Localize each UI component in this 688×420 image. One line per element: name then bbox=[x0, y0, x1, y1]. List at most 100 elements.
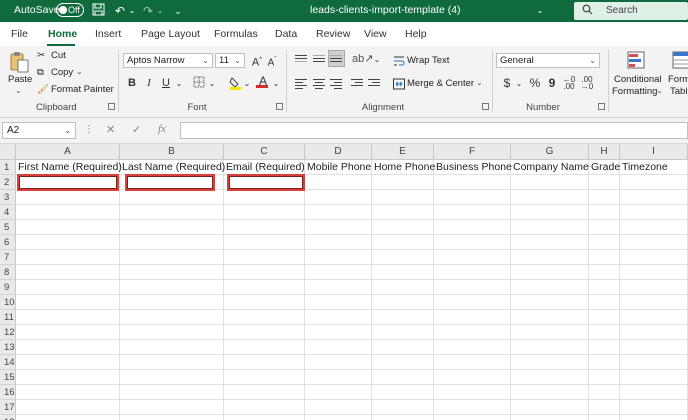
cell-h4[interactable] bbox=[589, 205, 620, 220]
cell-c7[interactable] bbox=[224, 250, 305, 265]
underline-dropdown-icon[interactable]: ⌄ bbox=[172, 77, 186, 91]
cell-f9[interactable] bbox=[434, 280, 511, 295]
cell-g17[interactable] bbox=[511, 400, 589, 415]
cell-c18[interactable] bbox=[224, 415, 305, 420]
paste-dropdown-icon[interactable]: ⌄ bbox=[15, 86, 22, 95]
cell-h3[interactable] bbox=[589, 190, 620, 205]
cell-g11[interactable] bbox=[511, 310, 589, 325]
cell-i7[interactable] bbox=[620, 250, 688, 265]
cell-b18[interactable] bbox=[120, 415, 224, 420]
cell-i17[interactable] bbox=[620, 400, 688, 415]
cell-g16[interactable] bbox=[511, 385, 589, 400]
cell-f5[interactable] bbox=[434, 220, 511, 235]
cell-a11[interactable] bbox=[16, 310, 120, 325]
row-header-1[interactable]: 1 bbox=[0, 160, 16, 175]
cell-c1[interactable]: Email (Required) bbox=[224, 160, 305, 175]
cell-e18[interactable] bbox=[372, 415, 434, 420]
cell-a16[interactable] bbox=[16, 385, 120, 400]
currency-dropdown-icon[interactable]: ⌄ bbox=[512, 77, 526, 91]
format-as-table-icon[interactable] bbox=[672, 50, 688, 70]
wrap-text-icon[interactable] bbox=[393, 55, 405, 70]
cell-d7[interactable] bbox=[305, 250, 372, 265]
format-as-table-label-2[interactable]: Tabl bbox=[670, 86, 687, 97]
cell-h9[interactable] bbox=[589, 280, 620, 295]
cell-b13[interactable] bbox=[120, 340, 224, 355]
cell-e17[interactable] bbox=[372, 400, 434, 415]
cell-c3[interactable] bbox=[224, 190, 305, 205]
tab-formulas[interactable]: Formulas bbox=[214, 28, 258, 40]
autosave-toggle[interactable]: Off bbox=[56, 3, 84, 17]
conditional-formatting-icon[interactable] bbox=[626, 50, 646, 70]
cell-g18[interactable] bbox=[511, 415, 589, 420]
cell-g3[interactable] bbox=[511, 190, 589, 205]
cell-i8[interactable] bbox=[620, 265, 688, 280]
row-header-4[interactable]: 4 bbox=[0, 205, 16, 220]
cell-a17[interactable] bbox=[16, 400, 120, 415]
redo-dropdown-icon[interactable]: ⌄ bbox=[152, 3, 168, 19]
cell-g13[interactable] bbox=[511, 340, 589, 355]
cell-g2[interactable] bbox=[511, 175, 589, 190]
cell-b9[interactable] bbox=[120, 280, 224, 295]
cell-d4[interactable] bbox=[305, 205, 372, 220]
merge-center-label[interactable]: Merge & Center bbox=[407, 78, 474, 89]
cell-i18[interactable] bbox=[620, 415, 688, 420]
cell-i10[interactable] bbox=[620, 295, 688, 310]
cell-f4[interactable] bbox=[434, 205, 511, 220]
cell-g6[interactable] bbox=[511, 235, 589, 250]
orientation-dropdown-icon[interactable]: ⌄ bbox=[370, 53, 384, 67]
cell-g14[interactable] bbox=[511, 355, 589, 370]
cell-g1[interactable]: Company Name bbox=[511, 160, 589, 175]
tab-data[interactable]: Data bbox=[275, 28, 297, 40]
format-as-table-label[interactable]: Form bbox=[668, 74, 688, 85]
cell-d18[interactable] bbox=[305, 415, 372, 420]
cell-f7[interactable] bbox=[434, 250, 511, 265]
cell-b17[interactable] bbox=[120, 400, 224, 415]
comma-button[interactable]: 9 bbox=[545, 76, 559, 90]
cell-c6[interactable] bbox=[224, 235, 305, 250]
insert-function-icon[interactable]: fx bbox=[158, 123, 166, 135]
cell-d6[interactable] bbox=[305, 235, 372, 250]
enter-icon[interactable]: ✓ bbox=[132, 123, 141, 136]
cell-f11[interactable] bbox=[434, 310, 511, 325]
undo-dropdown-icon[interactable]: ⌄ bbox=[124, 3, 140, 19]
cell-b10[interactable] bbox=[120, 295, 224, 310]
row-header-6[interactable]: 6 bbox=[0, 235, 16, 250]
column-header-a[interactable]: A bbox=[16, 144, 120, 160]
increase-decimal-icon[interactable]: ←0.00 bbox=[562, 76, 576, 91]
conditional-formatting-label-2[interactable]: Formatting bbox=[612, 86, 657, 97]
cell-f18[interactable] bbox=[434, 415, 511, 420]
row-header-18[interactable]: 18 bbox=[0, 415, 16, 420]
save-icon[interactable] bbox=[90, 3, 106, 19]
cell-i4[interactable] bbox=[620, 205, 688, 220]
more-icon[interactable]: ⋮ bbox=[84, 124, 94, 135]
cell-e4[interactable] bbox=[372, 205, 434, 220]
cell-g8[interactable] bbox=[511, 265, 589, 280]
cell-a7[interactable] bbox=[16, 250, 120, 265]
align-right-icon[interactable] bbox=[330, 77, 344, 89]
cell-f12[interactable] bbox=[434, 325, 511, 340]
cell-a14[interactable] bbox=[16, 355, 120, 370]
cell-c11[interactable] bbox=[224, 310, 305, 325]
cell-c8[interactable] bbox=[224, 265, 305, 280]
cell-f14[interactable] bbox=[434, 355, 511, 370]
cell-f13[interactable] bbox=[434, 340, 511, 355]
cell-c4[interactable] bbox=[224, 205, 305, 220]
row-header-8[interactable]: 8 bbox=[0, 265, 16, 280]
cell-i15[interactable] bbox=[620, 370, 688, 385]
paste-label[interactable]: Paste bbox=[8, 74, 32, 85]
row-header-13[interactable]: 13 bbox=[0, 340, 16, 355]
cell-i3[interactable] bbox=[620, 190, 688, 205]
cell-i12[interactable] bbox=[620, 325, 688, 340]
cell-h14[interactable] bbox=[589, 355, 620, 370]
cell-d10[interactable] bbox=[305, 295, 372, 310]
cell-e11[interactable] bbox=[372, 310, 434, 325]
font-name-select[interactable]: Aptos Narrow ⌄ bbox=[123, 53, 213, 68]
font-launcher-icon[interactable] bbox=[276, 103, 283, 110]
cell-h13[interactable] bbox=[589, 340, 620, 355]
percent-button[interactable]: % bbox=[528, 76, 542, 90]
cell-c13[interactable] bbox=[224, 340, 305, 355]
tab-page-layout[interactable]: Page Layout bbox=[141, 28, 200, 40]
cell-d14[interactable] bbox=[305, 355, 372, 370]
increase-indent-icon[interactable] bbox=[368, 77, 382, 89]
cell-a8[interactable] bbox=[16, 265, 120, 280]
